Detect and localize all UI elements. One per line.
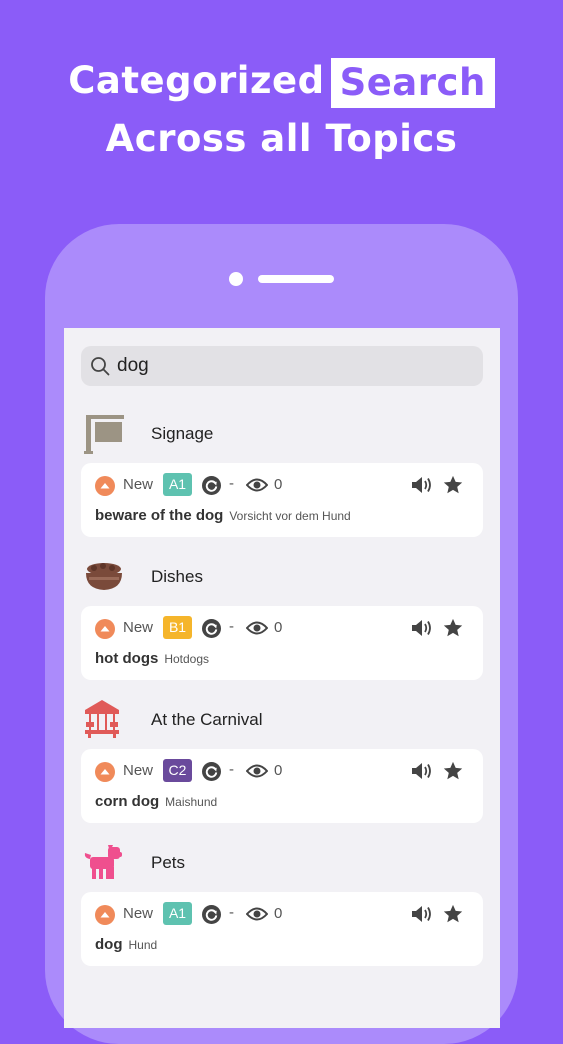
phrase-text: corn dog [95,793,160,810]
level-badge: A1 [163,473,192,496]
app-screen: dog Signage New A1 - 0 beware of the dog… [64,328,500,1028]
phone-frame: dog Signage New A1 - 0 beware of the dog… [45,224,518,1044]
sign-icon [84,415,124,454]
translation-text: Hund [128,938,158,952]
repeat-icon [202,762,221,781]
speaker-slot [258,275,334,283]
category-title: Signage [151,424,214,443]
camera-dot [229,272,243,286]
category-header-carnival[interactable]: At the Carnival [82,698,482,746]
carousel-icon [85,700,119,738]
translation-text: Maishund [165,795,218,809]
status-new-icon [95,476,115,496]
eye-icon [246,907,268,921]
star-icon[interactable] [442,617,464,639]
search-bar[interactable]: dog [81,346,483,386]
phrase-row: beware of the dog Vorsicht vor dem Hund [95,507,351,525]
level-badge: B1 [163,616,192,639]
speaker-icon[interactable] [411,761,433,781]
status-label: New [123,476,154,493]
result-card[interactable]: New C2 - 0 corn dog Maishund [81,749,483,823]
view-count: 0 [274,762,283,779]
status-new-icon [95,619,115,639]
translation-text: Hotdogs [164,652,210,666]
headline-prefix: Categorized [68,59,325,102]
view-count: 0 [274,619,283,636]
repeat-icon [202,476,221,495]
star-icon[interactable] [442,474,464,496]
eye-icon [246,621,268,635]
status-new-icon [95,762,115,782]
bowl-icon [86,563,122,590]
star-icon[interactable] [442,760,464,782]
eye-icon [246,478,268,492]
headline: Categorized Search Across all Topics [0,52,563,168]
phrase-text: dog [95,936,123,953]
category-title: Pets [151,853,186,872]
result-card[interactable]: New B1 - 0 hot dogs Hotdogs [81,606,483,680]
category-header-pets[interactable]: Pets [82,841,482,889]
speaker-icon[interactable] [411,618,433,638]
status-label: New [123,762,154,779]
status-label: New [123,905,154,922]
star-icon[interactable] [442,903,464,925]
headline-highlight: Search [330,57,495,108]
view-count: 0 [274,476,283,493]
repeat-value: - [229,904,234,921]
search-input[interactable]: dog [117,355,149,377]
level-badge: A1 [163,902,192,925]
result-card[interactable]: New A1 - 0 beware of the dog Vorsicht vo… [81,463,483,537]
repeat-value: - [229,475,234,492]
category-header-dishes[interactable]: Dishes [82,555,482,603]
level-badge: C2 [163,759,192,782]
speaker-icon[interactable] [411,904,433,924]
result-card[interactable]: New A1 - 0 dog Hund [81,892,483,966]
headline-line-2: Across all Topics [105,117,458,160]
category-header-signage[interactable]: Signage [82,412,482,460]
repeat-value: - [229,618,234,635]
phrase-row: dog Hund [95,936,157,954]
repeat-icon [202,905,221,924]
eye-icon [246,764,268,778]
translation-text: Vorsicht vor dem Hund [229,509,351,523]
dog-icon [84,845,122,879]
view-count: 0 [274,905,283,922]
speaker-icon[interactable] [411,475,433,495]
repeat-value: - [229,761,234,778]
phrase-row: hot dogs Hotdogs [95,650,209,668]
category-title: Dishes [151,567,203,586]
category-title: At the Carnival [151,710,263,729]
repeat-icon [202,619,221,638]
search-icon [91,357,110,376]
status-new-icon [95,905,115,925]
headline-line-1: Categorized Search [0,52,563,110]
status-label: New [123,619,154,636]
phrase-row: corn dog Maishund [95,793,217,811]
phrase-text: hot dogs [95,650,159,667]
phrase-text: beware of the dog [95,507,224,524]
